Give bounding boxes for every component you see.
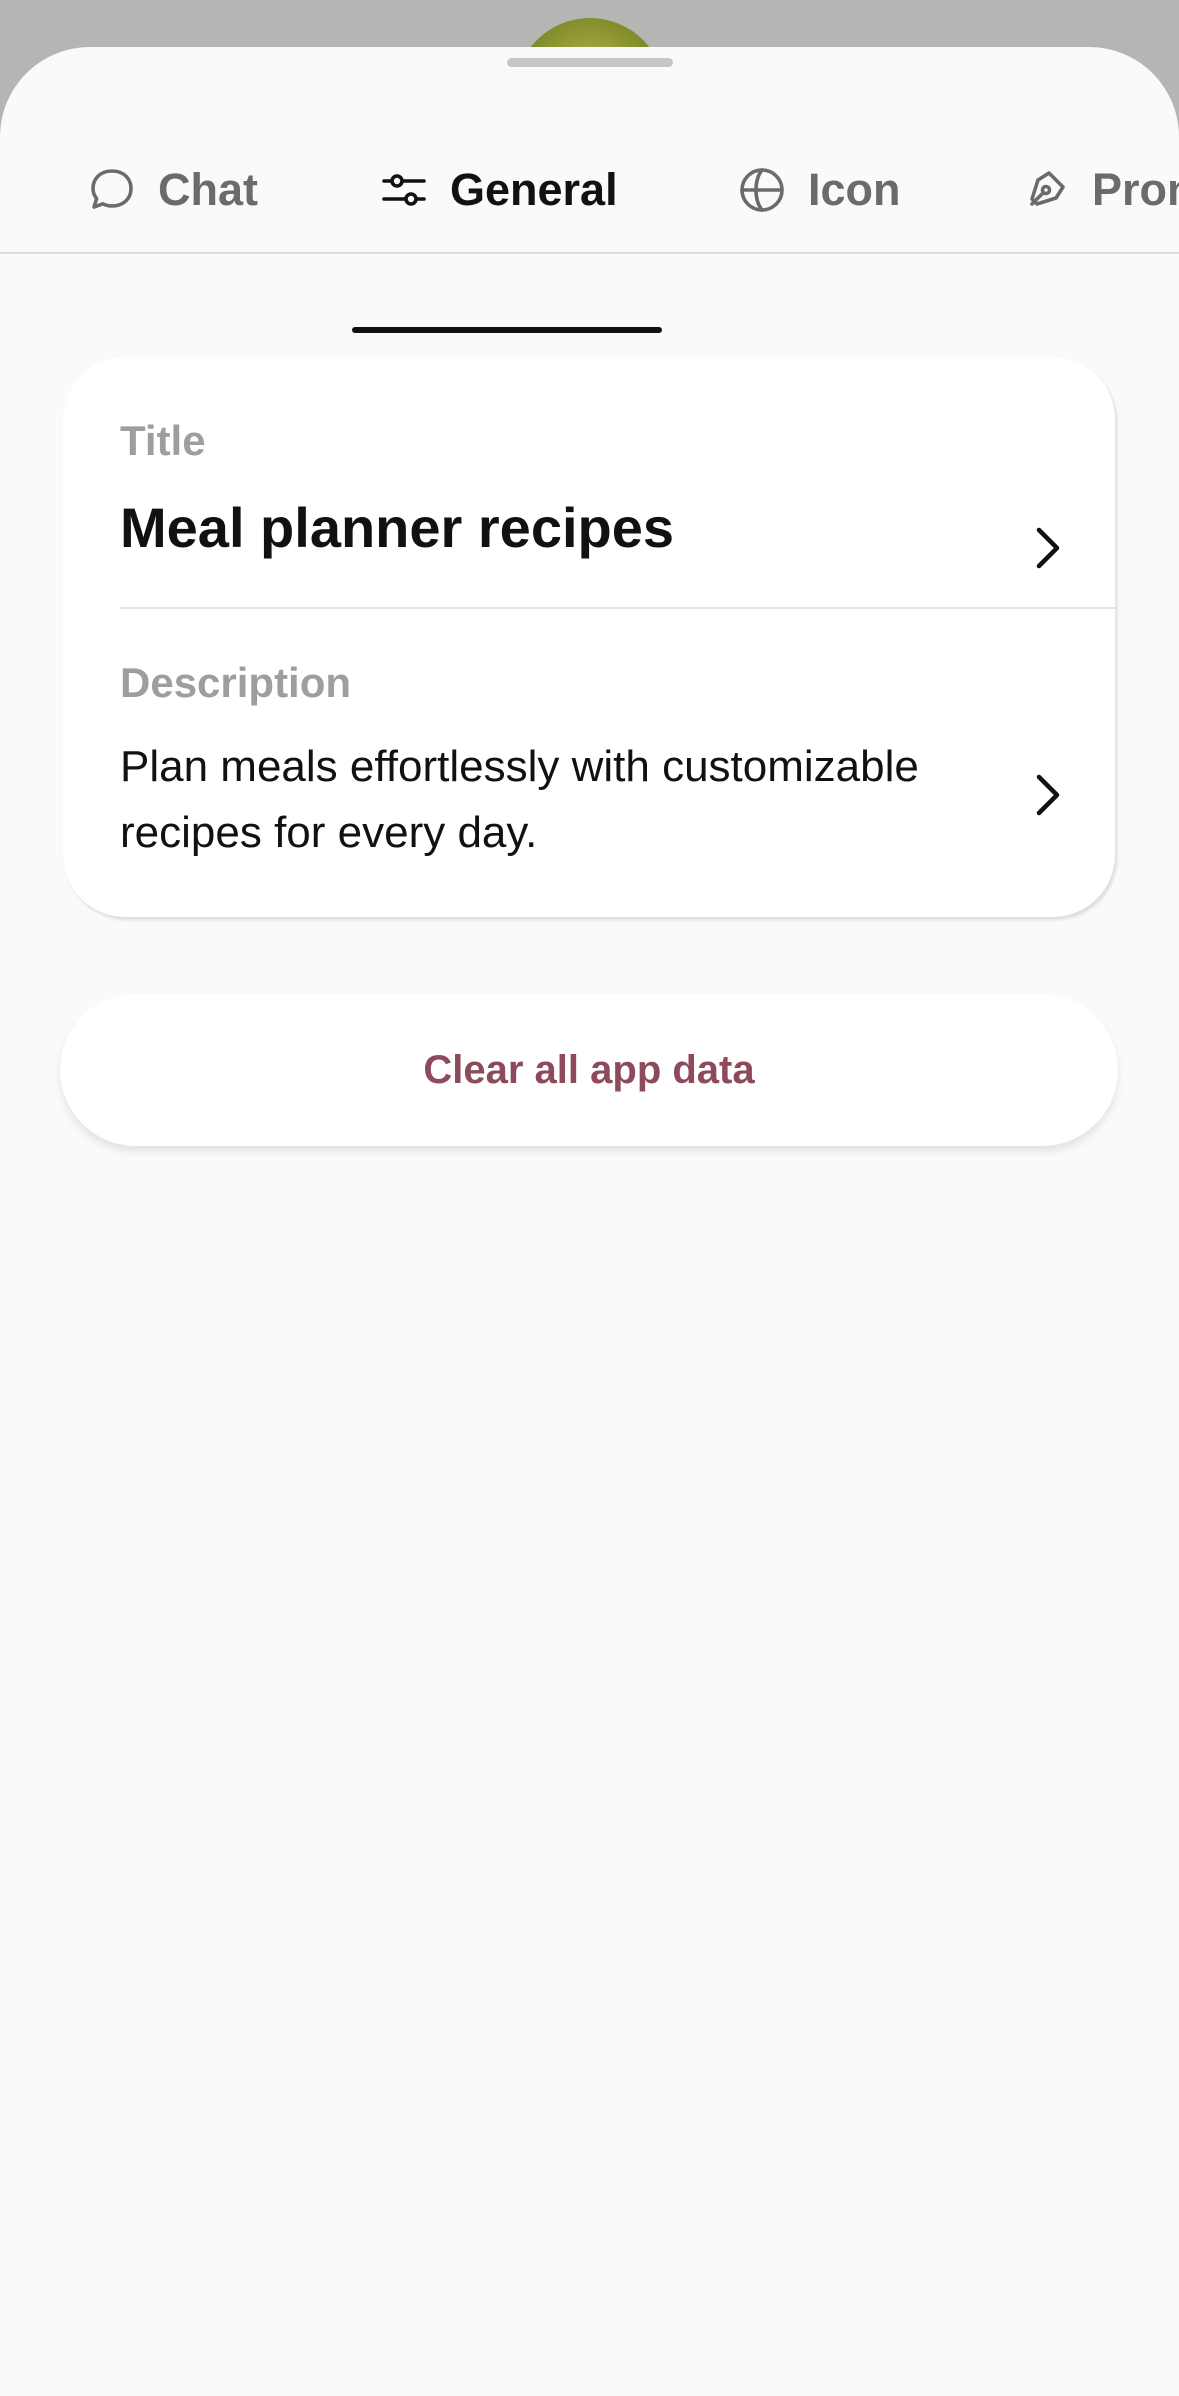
- description-label: Description: [120, 659, 352, 706]
- description-row[interactable]: Description Plan meals effortlessly with…: [63, 609, 1115, 917]
- chat-bubble-icon: [86, 164, 138, 216]
- description-value: Plan meals effortlessly with customizabl…: [120, 742, 919, 857]
- settings-sheet: Chat General Icon Pro Title Meal planner…: [0, 47, 1179, 2396]
- active-tab-indicator: [352, 327, 662, 333]
- title-value: Meal planner recipes: [120, 496, 675, 559]
- tab-chat[interactable]: Chat: [86, 127, 258, 252]
- clear-app-data-button[interactable]: Clear all app data: [60, 994, 1118, 1146]
- sliders-icon: [378, 164, 430, 216]
- tab-prompt[interactable]: Pron: [1020, 127, 1179, 252]
- tab-chat-label: Chat: [158, 163, 258, 215]
- sheet-grabber[interactable]: [507, 58, 673, 67]
- title-label: Title: [120, 417, 206, 464]
- tab-icon[interactable]: Icon: [736, 127, 901, 252]
- title-row[interactable]: Title Meal planner recipes: [63, 357, 1115, 607]
- globe-icon: [736, 164, 788, 216]
- tab-general-label: General: [450, 163, 618, 215]
- tab-general[interactable]: General: [378, 127, 618, 252]
- chevron-right-icon: [1036, 774, 1060, 816]
- tab-prompt-label: Pron: [1092, 163, 1179, 215]
- tab-bar: Chat General Icon Pro: [0, 127, 1179, 333]
- tab-icon-label: Icon: [808, 163, 901, 215]
- pen-nib-icon: [1020, 164, 1072, 216]
- app-details-card: Title Meal planner recipes Description P…: [63, 357, 1115, 917]
- chevron-right-icon: [1036, 527, 1060, 569]
